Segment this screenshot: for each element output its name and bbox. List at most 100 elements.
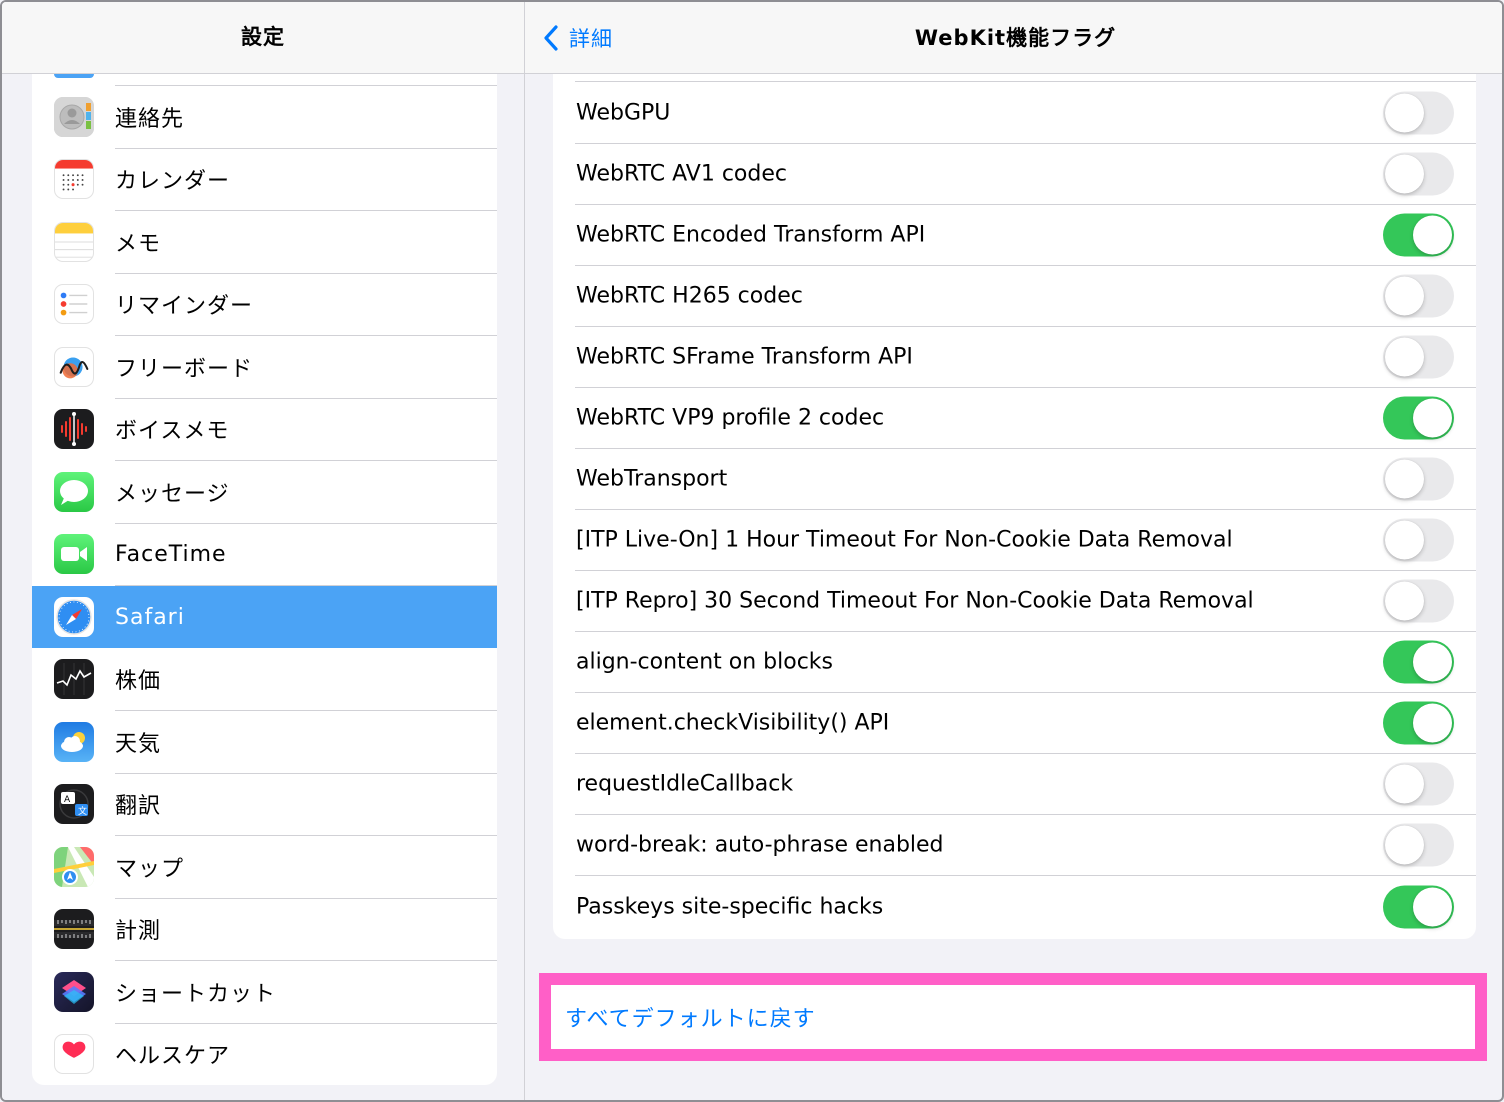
flag-row: align-content on blocks <box>553 631 1476 693</box>
sidebar-item-shortcuts[interactable]: ショートカット <box>32 961 497 1024</box>
sidebar-item-maps[interactable]: マップ <box>32 836 497 899</box>
notes-icon <box>54 222 94 262</box>
sidebar-item-label: メモ <box>115 232 162 257</box>
flag-toggle[interactable] <box>1383 701 1454 744</box>
contacts-icon <box>54 97 94 137</box>
sidebar-item-label: リマインダー <box>115 294 254 319</box>
flag-toggle[interactable] <box>1383 396 1454 439</box>
sidebar-item-freeform[interactable]: フリーボード <box>32 336 497 399</box>
sidebar-item-label: カレンダー <box>115 169 231 194</box>
flag-label: WebRTC AV1 codec <box>576 161 787 186</box>
reset-highlight-frame: すべてデフォルトに戻す <box>539 973 1487 1061</box>
flag-label: [ITP Live-On] 1 Hour Timeout For Non-Coo… <box>576 527 1233 552</box>
reset-row: すべてデフォルトに戻す <box>565 985 1475 1049</box>
sidebar-item-label: マップ <box>115 857 185 882</box>
flag-toggle[interactable] <box>1383 213 1454 256</box>
flag-row: word-break: auto-phrase enabled <box>553 814 1476 876</box>
sidebar-item-contacts[interactable]: 連絡先 <box>32 86 497 149</box>
flag-label: WebGPU <box>576 100 671 125</box>
flag-row: WebRTC SFrame Transform API <box>553 326 1476 388</box>
sidebar-item-label: 連絡先 <box>115 107 185 132</box>
flag-toggle[interactable] <box>1383 823 1454 866</box>
sidebar-item-label: 天気 <box>115 732 162 757</box>
sidebar-item-label: 株価 <box>115 669 162 694</box>
flag-row: Passkeys site-specific hacks <box>553 876 1476 937</box>
facetime-icon <box>54 534 94 574</box>
settings-list: 連絡先 カレンダー メモ リマインダー フリーボード ボイスメモ メッセージ F… <box>32 74 497 1085</box>
flag-toggle[interactable] <box>1383 640 1454 683</box>
flag-row: [ITP Repro] 30 Second Timeout For Non-Co… <box>553 570 1476 632</box>
chevron-left-icon <box>544 25 558 51</box>
scrolled-item-edge <box>54 74 94 78</box>
sidebar-item-label: 計測 <box>115 919 162 944</box>
sidebar-header: 設定 <box>2 2 524 74</box>
sidebar-item-notes[interactable]: メモ <box>32 211 497 274</box>
sidebar-item-label: ショートカット <box>115 982 277 1007</box>
flag-row: element.checkVisibility() API <box>553 692 1476 754</box>
sidebar-title: 設定 <box>241 24 285 49</box>
maps-icon <box>54 847 94 887</box>
flag-row: WebRTC AV1 codec <box>553 143 1476 205</box>
health-icon <box>54 1034 94 1074</box>
messages-icon <box>54 472 94 512</box>
flag-label: [ITP Repro] 30 Second Timeout For Non-Co… <box>576 588 1254 613</box>
sidebar-item-calendar[interactable]: カレンダー <box>32 148 497 211</box>
flag-row: WebRTC H265 codec <box>553 265 1476 327</box>
flag-row: WebTransport <box>553 448 1476 510</box>
weather-icon <box>54 722 94 762</box>
sidebar-item-label: Safari <box>115 604 185 630</box>
flag-toggle[interactable] <box>1383 335 1454 378</box>
sidebar-item-measure[interactable]: 計測 <box>32 898 497 961</box>
sidebar-item-weather[interactable]: 天気 <box>32 711 497 774</box>
sidebar-item-label: ヘルスケア <box>115 1044 231 1069</box>
flag-label: WebRTC Encoded Transform API <box>576 222 926 247</box>
flag-label: WebTransport <box>576 466 728 491</box>
flag-label: requestIdleCallback <box>576 771 794 796</box>
translate-icon: A文 <box>54 784 94 824</box>
sidebar-item-messages[interactable]: メッセージ <box>32 461 497 524</box>
flag-label: WebRTC SFrame Transform API <box>576 344 913 369</box>
sidebar-item-translate[interactable]: A文 翻訳 <box>32 773 497 836</box>
sidebar-item-label: FaceTime <box>115 541 227 567</box>
feature-flags-list: WebGPU WebRTC AV1 codec WebRTC Encoded T… <box>553 74 1476 939</box>
reminders-icon <box>54 284 94 324</box>
flag-row: [ITP Live-On] 1 Hour Timeout For Non-Coo… <box>553 509 1476 571</box>
flag-toggle[interactable] <box>1383 885 1454 928</box>
settings-sidebar: 設定 連絡先 カレンダー メモ リマインダー フリーボード ボイスメモ メッセー… <box>2 2 524 1100</box>
flag-label: Passkeys site-specific hacks <box>576 894 884 919</box>
safari-icon <box>54 597 94 637</box>
flag-label: WebRTC VP9 profile 2 codec <box>576 405 885 430</box>
calendar-icon <box>54 159 94 199</box>
sidebar-item-stocks[interactable]: 株価 <box>32 648 497 711</box>
flag-toggle[interactable] <box>1383 518 1454 561</box>
flag-toggle[interactable] <box>1383 91 1454 134</box>
flag-label: WebRTC H265 codec <box>576 283 803 308</box>
sidebar-item-health[interactable]: ヘルスケア <box>32 1023 497 1085</box>
sidebar-item-label: フリーボード <box>115 357 254 382</box>
sidebar-item-safari[interactable]: Safari <box>32 586 497 648</box>
sidebar-item-facetime[interactable]: FaceTime <box>32 523 497 586</box>
flag-label: word-break: auto-phrase enabled <box>576 832 944 857</box>
flag-toggle[interactable] <box>1383 152 1454 195</box>
flag-toggle[interactable] <box>1383 274 1454 317</box>
measure-icon <box>54 909 94 949</box>
sidebar-item-label: メッセージ <box>115 482 230 507</box>
detail-header: WebKit機能フラグ 詳細 <box>525 2 1502 74</box>
flag-row: WebRTC VP9 profile 2 codec <box>553 387 1476 449</box>
sidebar-item-reminders[interactable]: リマインダー <box>32 273 497 336</box>
back-button[interactable]: 詳細 <box>541 20 613 56</box>
reset-to-defaults-button[interactable]: すべてデフォルトに戻す <box>565 1001 816 1033</box>
sidebar-item-label: 翻訳 <box>115 794 162 819</box>
freeform-icon <box>54 347 94 387</box>
flag-toggle[interactable] <box>1383 457 1454 500</box>
flag-toggle[interactable] <box>1383 579 1454 622</box>
flag-toggle[interactable] <box>1383 762 1454 805</box>
sidebar-item-voice-memos[interactable]: ボイスメモ <box>32 398 497 461</box>
flag-row: WebRTC Encoded Transform API <box>553 204 1476 266</box>
flag-row: requestIdleCallback <box>553 753 1476 815</box>
flag-label: align-content on blocks <box>576 649 834 674</box>
split-divider <box>524 2 525 1100</box>
sidebar-item-label: ボイスメモ <box>115 419 230 444</box>
shortcuts-icon <box>54 972 94 1012</box>
stocks-icon <box>54 659 94 699</box>
